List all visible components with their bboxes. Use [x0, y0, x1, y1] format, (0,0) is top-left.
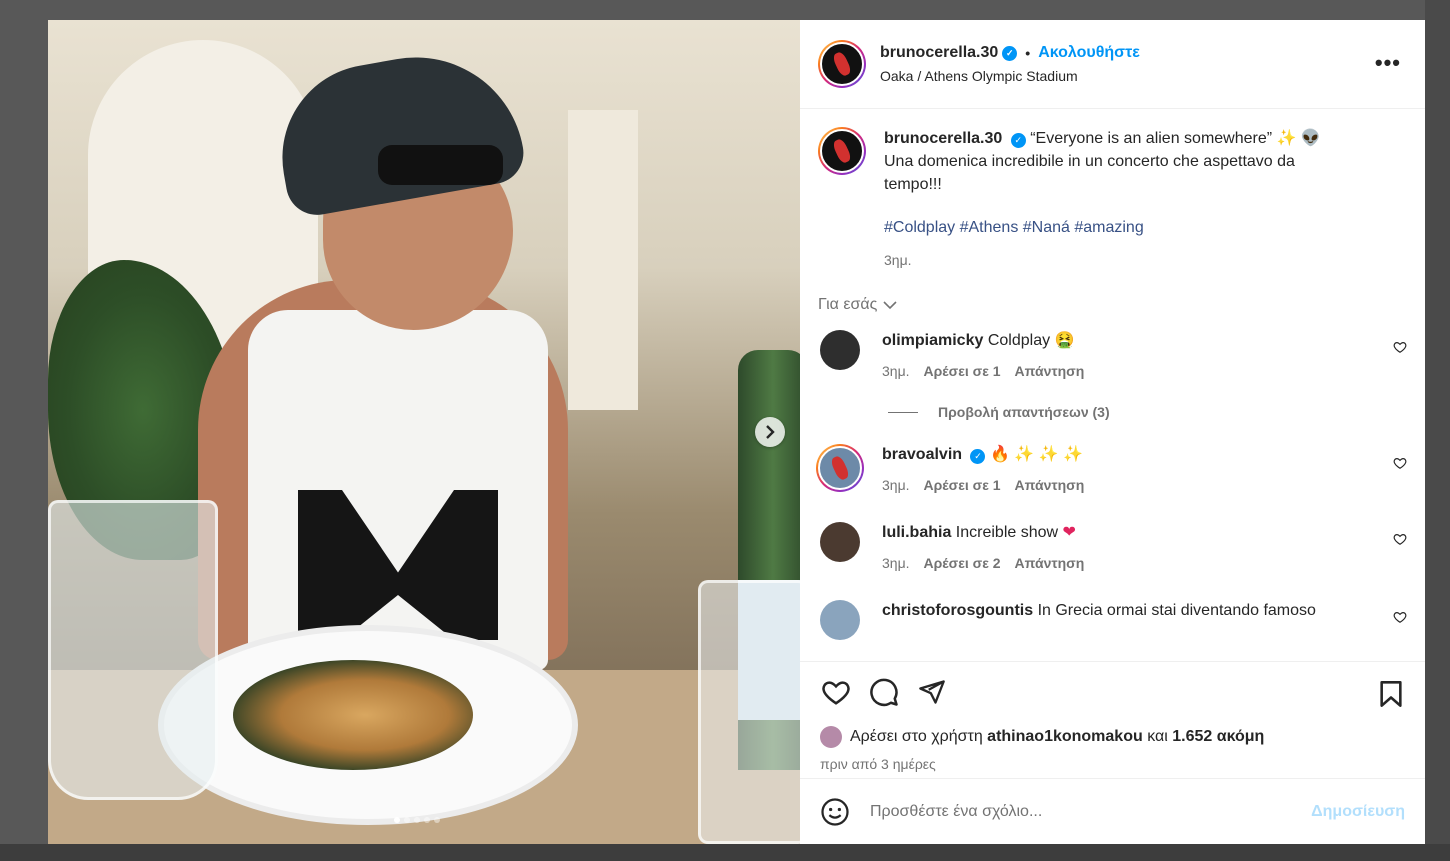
comment-likes[interactable]: Αρέσει σε 1: [924, 360, 1001, 382]
backdrop-feed-strip: [0, 844, 1450, 861]
photo-food: [233, 660, 473, 770]
comment-item: bravoalvin ✓ 🔥 ✨ ✨ ✨ 3ημ. Αρέσει σε 1 Απ…: [816, 444, 1425, 496]
comment-time: 3ημ.: [882, 477, 910, 493]
follow-button[interactable]: Ακολουθήστε: [1038, 44, 1140, 62]
comment-time: 3ημ.: [882, 555, 910, 571]
comment-likes[interactable]: Αρέσει σε 2: [924, 552, 1001, 574]
commenter-avatar[interactable]: [820, 600, 860, 640]
liker-avatar[interactable]: [820, 726, 842, 748]
post-side-panel: brunocerella.30 ✓ • Ακολουθήστε Oaka / A…: [800, 20, 1425, 844]
replies-divider: [888, 411, 918, 413]
comment-emoji-fire: 🔥: [989, 446, 1010, 463]
comment-emoji-sparkles: ✨ ✨ ✨: [1014, 446, 1083, 463]
liker-username[interactable]: athinao1konomakou: [987, 728, 1143, 746]
comment-username[interactable]: christoforosgountis: [882, 602, 1033, 619]
verified-badge-icon: ✓: [1010, 133, 1026, 148]
backdrop-right: [1425, 0, 1450, 861]
bookmark-icon: [1380, 681, 1402, 707]
verified-badge-icon: ✓: [1002, 45, 1018, 61]
like-button[interactable]: [820, 676, 852, 708]
photo-sunglasses: [378, 145, 503, 185]
author-avatar[interactable]: [818, 40, 866, 88]
carousel-dot: [414, 817, 420, 823]
carousel-dots: [394, 817, 440, 823]
comment-composer: Δημοσίευση: [800, 778, 1425, 844]
likes-middle: και: [1147, 728, 1168, 745]
reply-button[interactable]: Απάντηση: [1015, 552, 1085, 574]
commenter-avatar[interactable]: [816, 444, 864, 492]
comment-item: olimpiamicky Coldplay 🤮 3ημ. Αρέσει σε 1…: [818, 330, 1425, 382]
post-media: [48, 20, 800, 844]
carousel-dot: [434, 817, 440, 823]
like-comment-heart-icon[interactable]: [1393, 340, 1407, 354]
caption-hashtags[interactable]: #Coldplay #Athens #Naná #amazing: [884, 216, 1354, 239]
view-replies-button[interactable]: Προβολή απαντήσεων (3): [888, 404, 1425, 420]
paper-plane-icon: [919, 680, 945, 704]
reply-button[interactable]: Απάντηση: [1015, 474, 1085, 496]
caption-username[interactable]: brunocerella.30: [884, 130, 1002, 147]
commenter-avatar[interactable]: [820, 330, 860, 370]
comment-time: 3ημ.: [882, 363, 910, 379]
photo-glass-right: [698, 580, 800, 844]
view-replies-label: Προβολή απαντήσεων (3): [938, 404, 1110, 420]
post-comment-button[interactable]: Δημοσίευση: [1311, 803, 1405, 821]
for-you-dropdown[interactable]: Για εσάς: [818, 296, 1425, 314]
emoji-smiley-icon[interactable]: [820, 797, 850, 827]
carousel-dot: [394, 817, 400, 823]
for-you-label: Για εσάς: [818, 296, 878, 313]
comment-emoji-heart: ❤: [1062, 524, 1076, 541]
post-date: πριν από 3 ημέρες: [820, 756, 936, 772]
carousel-dot: [424, 817, 430, 823]
chevron-down-icon: [883, 301, 897, 310]
author-username[interactable]: brunocerella.30: [880, 44, 998, 62]
likes-prefix: Αρέσει στο χρήστη: [850, 728, 983, 745]
like-comment-heart-icon[interactable]: [1393, 610, 1407, 624]
verified-badge-icon: ✓: [970, 448, 986, 464]
caption-line-2: Una domenica incredibile in un concerto …: [884, 153, 1295, 193]
caption-avatar[interactable]: [818, 127, 866, 175]
carousel-next-button[interactable]: [755, 417, 785, 447]
comment-button[interactable]: [868, 676, 900, 708]
like-comment-heart-icon[interactable]: [1393, 532, 1407, 546]
comment-text: In Grecia ormai stai diventando famoso: [1037, 602, 1316, 619]
photo-tank-top: [248, 310, 548, 670]
carousel-dot: [404, 817, 410, 823]
comment-text: Increible show: [955, 524, 1059, 541]
post-caption: brunocerella.30 ✓ “Everyone is an alien …: [818, 109, 1425, 272]
chevron-right-icon: [766, 425, 775, 439]
save-button[interactable]: [1375, 678, 1407, 710]
photo-glass-left: [48, 500, 218, 800]
separator-dot: •: [1025, 45, 1031, 61]
like-comment-heart-icon[interactable]: [1393, 456, 1407, 470]
comments-scroll-area[interactable]: brunocerella.30 ✓ “Everyone is an alien …: [800, 109, 1425, 661]
commenter-avatar[interactable]: [820, 522, 860, 562]
comment-likes[interactable]: Αρέσει σε 1: [924, 474, 1001, 496]
likes-summary: Αρέσει στο χρήστη athinao1konomakou και …: [820, 726, 1407, 748]
share-button[interactable]: [916, 676, 948, 708]
post-modal: brunocerella.30 ✓ • Ακολουθήστε Oaka / A…: [48, 20, 1425, 844]
more-options-icon[interactable]: •••: [1375, 52, 1401, 74]
comment-item: luli.bahia Increible show ❤ 3ημ. Αρέσει …: [818, 522, 1425, 574]
photo-column: [568, 110, 638, 410]
comment-bubble-icon: [870, 678, 898, 707]
caption-time: 3ημ.: [884, 252, 912, 268]
post-location[interactable]: Oaka / Athens Olympic Stadium: [880, 68, 1140, 84]
comment-username[interactable]: olimpiamicky: [882, 332, 983, 349]
caption-line-1: “Everyone is an alien somewhere” ✨ 👽: [1030, 130, 1321, 147]
heart-icon: [822, 681, 850, 705]
comment-username[interactable]: bravoalvin: [882, 446, 962, 463]
reply-button[interactable]: Απάντηση: [1015, 360, 1085, 382]
comment-input[interactable]: [870, 802, 1270, 821]
comment-username[interactable]: luli.bahia: [882, 524, 951, 541]
post-header: brunocerella.30 ✓ • Ακολουθήστε Oaka / A…: [800, 20, 1425, 109]
likes-count[interactable]: 1.652 ακόμη: [1172, 728, 1264, 746]
comment-text: Coldplay 🤮: [987, 332, 1075, 349]
comment-item: christoforosgountis In Grecia ormai stai…: [818, 600, 1425, 640]
